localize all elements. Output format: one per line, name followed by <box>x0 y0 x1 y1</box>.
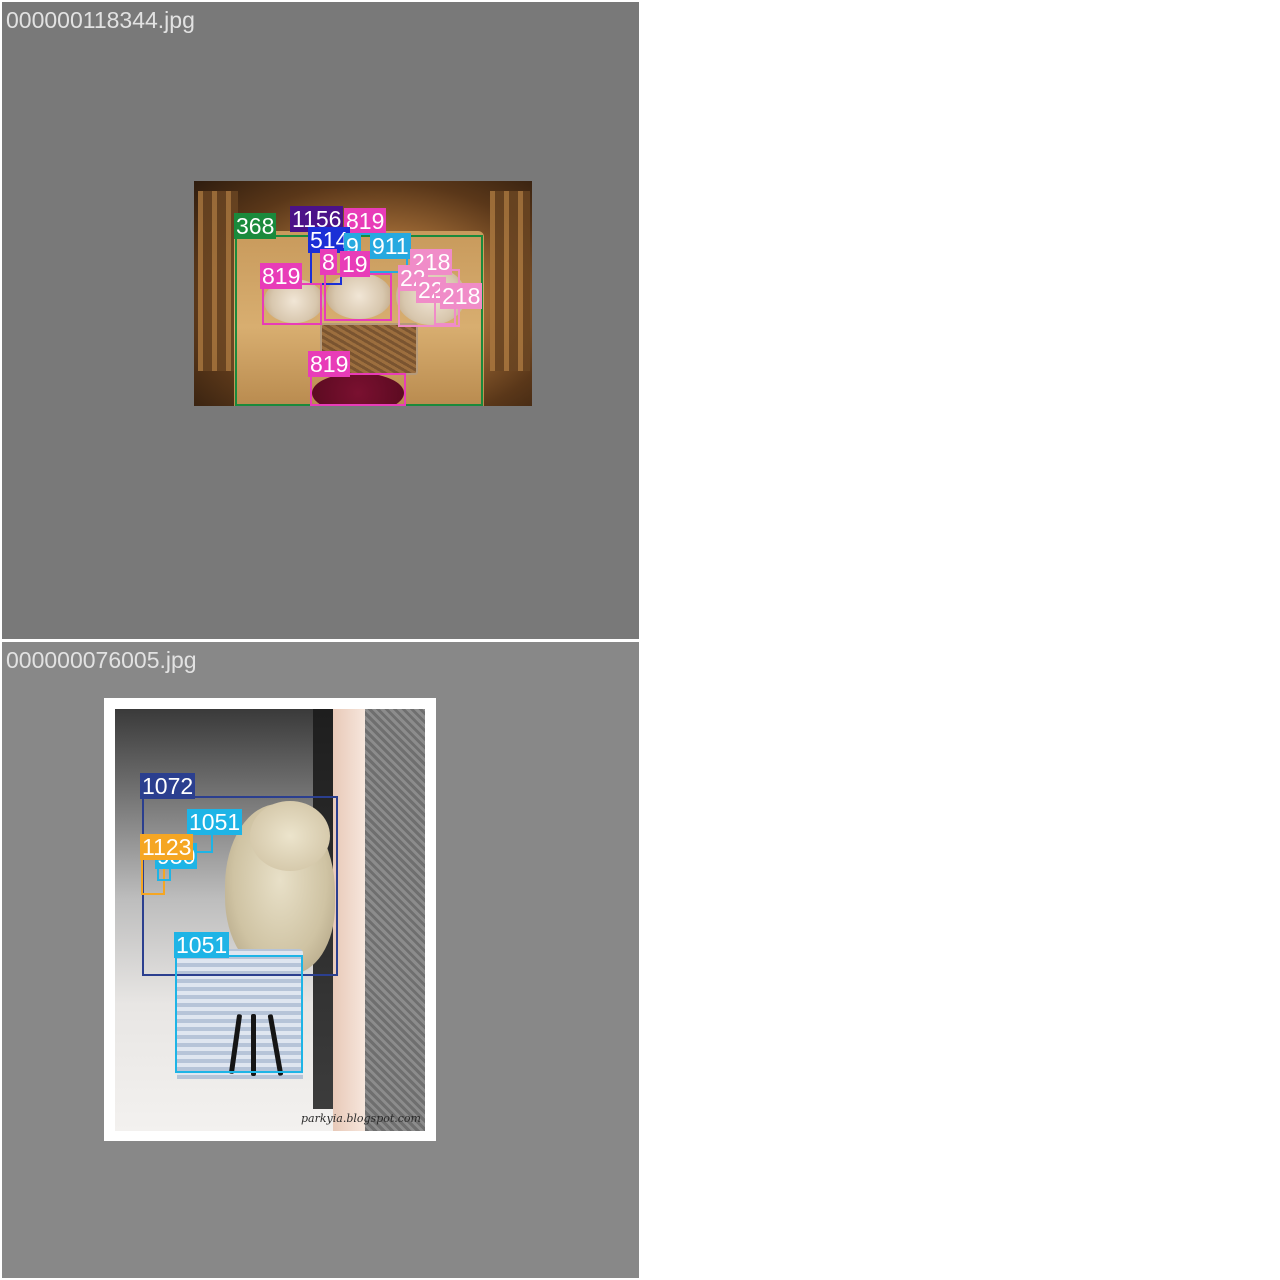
detection-label: 8 <box>320 249 337 275</box>
detection-box[interactable] <box>324 273 392 321</box>
detection-label: 19 <box>340 251 370 277</box>
detection-box[interactable] <box>262 283 322 325</box>
detection-label: 1051 <box>174 932 230 958</box>
scene: parkyia.blogspot.com 1072 1051 930 1123 … <box>115 709 425 1131</box>
detection-photo: 368 1156 819 514 9 911 8 819 19 218 22 2… <box>194 181 532 406</box>
detection-label: 911 <box>370 233 411 259</box>
detection-label: 1051 <box>187 809 243 835</box>
detection-label: 1072 <box>140 773 196 799</box>
detection-label: 368 <box>234 213 277 239</box>
chair <box>198 191 238 371</box>
image-panel-1[interactable]: 000000118344.jpg 368 1156 819 514 9 911 … <box>2 2 639 639</box>
detection-label: 1123 <box>140 834 194 860</box>
filename-label: 000000118344.jpg <box>6 7 195 33</box>
detection-box[interactable] <box>175 955 303 1073</box>
filename-label: 000000076005.jpg <box>6 647 197 673</box>
detection-label: 218 <box>440 283 483 309</box>
wall <box>365 709 425 1131</box>
detection-photo: parkyia.blogspot.com 1072 1051 930 1123 … <box>104 698 436 1141</box>
chair <box>490 191 530 371</box>
image-panel-2[interactable]: 000000076005.jpg parkyia.blogspot.com 10… <box>2 642 639 1278</box>
detection-box[interactable] <box>310 373 406 406</box>
watermark-text: parkyia.blogspot.com <box>301 1112 421 1125</box>
detection-label: 819 <box>260 263 303 289</box>
detection-label: 819 <box>308 351 351 377</box>
